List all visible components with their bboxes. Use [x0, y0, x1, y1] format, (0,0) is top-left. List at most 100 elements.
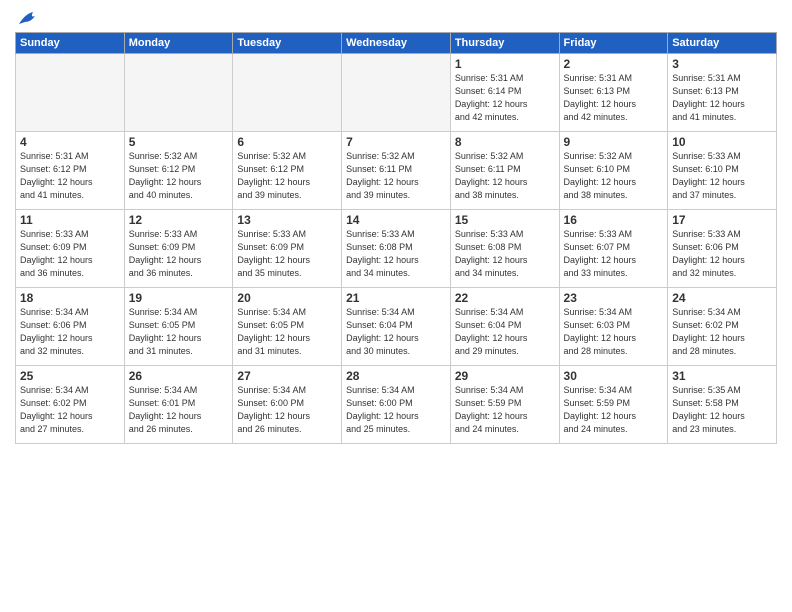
day-number: 20 — [237, 291, 337, 305]
calendar-cell: 6Sunrise: 5:32 AM Sunset: 6:12 PM Daylig… — [233, 132, 342, 210]
day-info: Sunrise: 5:32 AM Sunset: 6:11 PM Dayligh… — [455, 150, 555, 202]
day-number: 5 — [129, 135, 229, 149]
calendar-cell: 14Sunrise: 5:33 AM Sunset: 6:08 PM Dayli… — [342, 210, 451, 288]
day-info: Sunrise: 5:34 AM Sunset: 6:05 PM Dayligh… — [129, 306, 229, 358]
day-number: 24 — [672, 291, 772, 305]
calendar-cell: 15Sunrise: 5:33 AM Sunset: 6:08 PM Dayli… — [450, 210, 559, 288]
day-info: Sunrise: 5:33 AM Sunset: 6:08 PM Dayligh… — [346, 228, 446, 280]
day-number: 10 — [672, 135, 772, 149]
calendar-cell: 7Sunrise: 5:32 AM Sunset: 6:11 PM Daylig… — [342, 132, 451, 210]
day-number: 31 — [672, 369, 772, 383]
calendar-cell: 30Sunrise: 5:34 AM Sunset: 5:59 PM Dayli… — [559, 366, 668, 444]
logo — [15, 10, 39, 24]
logo-bird-icon — [17, 10, 39, 28]
day-info: Sunrise: 5:33 AM Sunset: 6:06 PM Dayligh… — [672, 228, 772, 280]
calendar-cell: 5Sunrise: 5:32 AM Sunset: 6:12 PM Daylig… — [124, 132, 233, 210]
weekday-header-wednesday: Wednesday — [342, 33, 451, 54]
day-number: 27 — [237, 369, 337, 383]
calendar-cell: 31Sunrise: 5:35 AM Sunset: 5:58 PM Dayli… — [668, 366, 777, 444]
weekday-header-friday: Friday — [559, 33, 668, 54]
day-info: Sunrise: 5:31 AM Sunset: 6:13 PM Dayligh… — [564, 72, 664, 124]
day-number: 30 — [564, 369, 664, 383]
day-number: 2 — [564, 57, 664, 71]
day-number: 3 — [672, 57, 772, 71]
calendar-table: SundayMondayTuesdayWednesdayThursdayFrid… — [15, 32, 777, 444]
day-info: Sunrise: 5:33 AM Sunset: 6:08 PM Dayligh… — [455, 228, 555, 280]
day-number: 23 — [564, 291, 664, 305]
calendar-cell: 8Sunrise: 5:32 AM Sunset: 6:11 PM Daylig… — [450, 132, 559, 210]
day-number: 13 — [237, 213, 337, 227]
calendar-cell: 9Sunrise: 5:32 AM Sunset: 6:10 PM Daylig… — [559, 132, 668, 210]
weekday-header-saturday: Saturday — [668, 33, 777, 54]
day-number: 19 — [129, 291, 229, 305]
calendar-cell: 1Sunrise: 5:31 AM Sunset: 6:14 PM Daylig… — [450, 54, 559, 132]
calendar-cell: 2Sunrise: 5:31 AM Sunset: 6:13 PM Daylig… — [559, 54, 668, 132]
day-number: 18 — [20, 291, 120, 305]
day-info: Sunrise: 5:33 AM Sunset: 6:09 PM Dayligh… — [129, 228, 229, 280]
day-info: Sunrise: 5:35 AM Sunset: 5:58 PM Dayligh… — [672, 384, 772, 436]
calendar-cell: 12Sunrise: 5:33 AM Sunset: 6:09 PM Dayli… — [124, 210, 233, 288]
calendar-cell: 11Sunrise: 5:33 AM Sunset: 6:09 PM Dayli… — [16, 210, 125, 288]
calendar-header-row: SundayMondayTuesdayWednesdayThursdayFrid… — [16, 33, 777, 54]
day-info: Sunrise: 5:33 AM Sunset: 6:07 PM Dayligh… — [564, 228, 664, 280]
day-info: Sunrise: 5:34 AM Sunset: 6:05 PM Dayligh… — [237, 306, 337, 358]
weekday-header-monday: Monday — [124, 33, 233, 54]
day-info: Sunrise: 5:32 AM Sunset: 6:11 PM Dayligh… — [346, 150, 446, 202]
day-number: 12 — [129, 213, 229, 227]
calendar-week-row: 4Sunrise: 5:31 AM Sunset: 6:12 PM Daylig… — [16, 132, 777, 210]
day-number: 14 — [346, 213, 446, 227]
day-info: Sunrise: 5:34 AM Sunset: 5:59 PM Dayligh… — [564, 384, 664, 436]
calendar-cell: 10Sunrise: 5:33 AM Sunset: 6:10 PM Dayli… — [668, 132, 777, 210]
day-number: 22 — [455, 291, 555, 305]
day-number: 16 — [564, 213, 664, 227]
calendar-cell: 27Sunrise: 5:34 AM Sunset: 6:00 PM Dayli… — [233, 366, 342, 444]
calendar-cell: 18Sunrise: 5:34 AM Sunset: 6:06 PM Dayli… — [16, 288, 125, 366]
day-number: 1 — [455, 57, 555, 71]
day-info: Sunrise: 5:33 AM Sunset: 6:09 PM Dayligh… — [237, 228, 337, 280]
calendar-cell: 23Sunrise: 5:34 AM Sunset: 6:03 PM Dayli… — [559, 288, 668, 366]
calendar-cell: 16Sunrise: 5:33 AM Sunset: 6:07 PM Dayli… — [559, 210, 668, 288]
day-number: 8 — [455, 135, 555, 149]
day-info: Sunrise: 5:34 AM Sunset: 6:04 PM Dayligh… — [346, 306, 446, 358]
day-info: Sunrise: 5:34 AM Sunset: 6:04 PM Dayligh… — [455, 306, 555, 358]
calendar-cell: 22Sunrise: 5:34 AM Sunset: 6:04 PM Dayli… — [450, 288, 559, 366]
day-info: Sunrise: 5:34 AM Sunset: 6:02 PM Dayligh… — [20, 384, 120, 436]
day-info: Sunrise: 5:34 AM Sunset: 6:03 PM Dayligh… — [564, 306, 664, 358]
calendar-cell: 20Sunrise: 5:34 AM Sunset: 6:05 PM Dayli… — [233, 288, 342, 366]
calendar-cell: 28Sunrise: 5:34 AM Sunset: 6:00 PM Dayli… — [342, 366, 451, 444]
day-info: Sunrise: 5:32 AM Sunset: 6:12 PM Dayligh… — [129, 150, 229, 202]
weekday-header-sunday: Sunday — [16, 33, 125, 54]
calendar-cell: 17Sunrise: 5:33 AM Sunset: 6:06 PM Dayli… — [668, 210, 777, 288]
day-number: 7 — [346, 135, 446, 149]
calendar-week-row: 18Sunrise: 5:34 AM Sunset: 6:06 PM Dayli… — [16, 288, 777, 366]
calendar-cell: 19Sunrise: 5:34 AM Sunset: 6:05 PM Dayli… — [124, 288, 233, 366]
day-info: Sunrise: 5:34 AM Sunset: 6:00 PM Dayligh… — [237, 384, 337, 436]
day-number: 4 — [20, 135, 120, 149]
day-info: Sunrise: 5:34 AM Sunset: 6:01 PM Dayligh… — [129, 384, 229, 436]
day-number: 29 — [455, 369, 555, 383]
calendar-cell — [124, 54, 233, 132]
calendar-cell — [342, 54, 451, 132]
day-number: 9 — [564, 135, 664, 149]
day-number: 15 — [455, 213, 555, 227]
weekday-header-thursday: Thursday — [450, 33, 559, 54]
calendar-cell: 26Sunrise: 5:34 AM Sunset: 6:01 PM Dayli… — [124, 366, 233, 444]
day-number: 26 — [129, 369, 229, 383]
day-info: Sunrise: 5:32 AM Sunset: 6:12 PM Dayligh… — [237, 150, 337, 202]
day-number: 11 — [20, 213, 120, 227]
day-number: 25 — [20, 369, 120, 383]
calendar-week-row: 1Sunrise: 5:31 AM Sunset: 6:14 PM Daylig… — [16, 54, 777, 132]
calendar-week-row: 25Sunrise: 5:34 AM Sunset: 6:02 PM Dayli… — [16, 366, 777, 444]
day-info: Sunrise: 5:34 AM Sunset: 6:00 PM Dayligh… — [346, 384, 446, 436]
day-info: Sunrise: 5:32 AM Sunset: 6:10 PM Dayligh… — [564, 150, 664, 202]
calendar-cell: 4Sunrise: 5:31 AM Sunset: 6:12 PM Daylig… — [16, 132, 125, 210]
page-header — [15, 10, 777, 24]
day-number: 21 — [346, 291, 446, 305]
day-info: Sunrise: 5:31 AM Sunset: 6:14 PM Dayligh… — [455, 72, 555, 124]
day-info: Sunrise: 5:33 AM Sunset: 6:09 PM Dayligh… — [20, 228, 120, 280]
calendar-cell — [16, 54, 125, 132]
calendar-cell: 21Sunrise: 5:34 AM Sunset: 6:04 PM Dayli… — [342, 288, 451, 366]
day-number: 17 — [672, 213, 772, 227]
day-info: Sunrise: 5:34 AM Sunset: 6:06 PM Dayligh… — [20, 306, 120, 358]
calendar-cell: 24Sunrise: 5:34 AM Sunset: 6:02 PM Dayli… — [668, 288, 777, 366]
